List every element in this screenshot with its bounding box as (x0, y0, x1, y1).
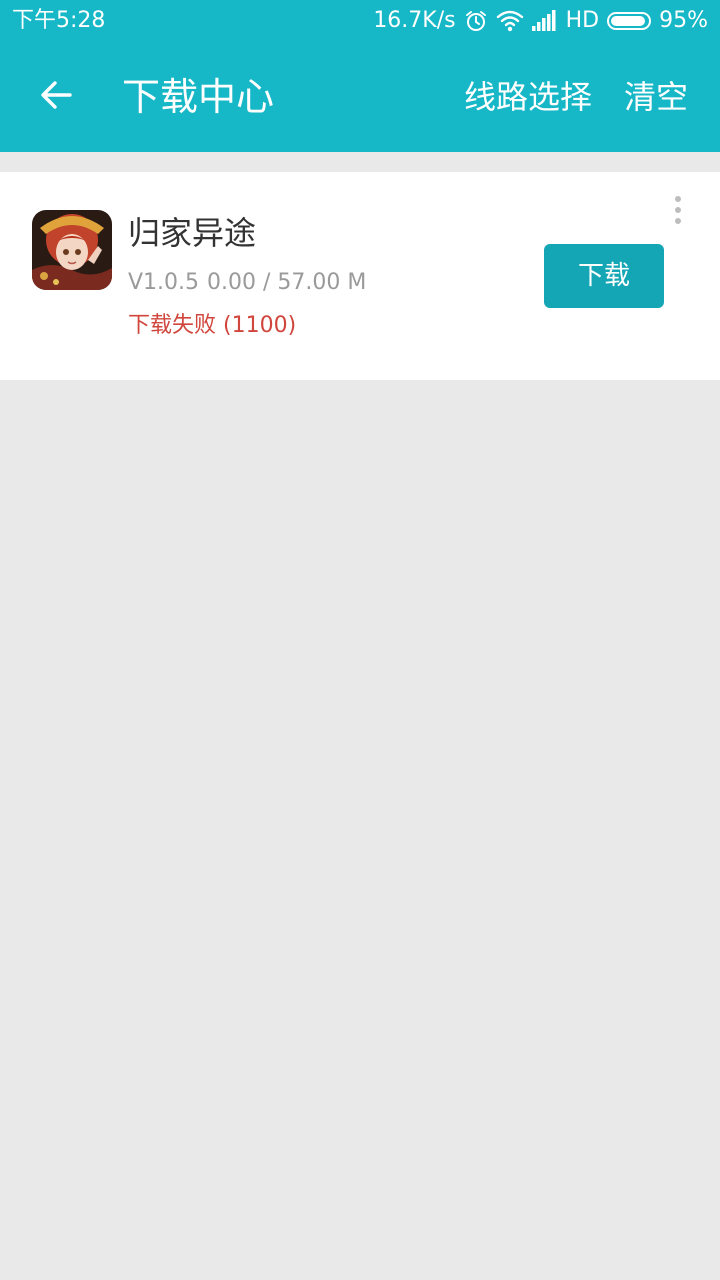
more-dot (675, 196, 681, 202)
battery-level (611, 16, 646, 26)
game-avatar-icon (32, 210, 112, 290)
more-vertical-icon[interactable] (664, 190, 692, 230)
app-version: V1.0.5 (128, 270, 200, 295)
battery-percent: 95% (659, 8, 708, 33)
battery-icon (607, 12, 652, 30)
app-meta: V1.0.5 0.00 / 57.00 M (128, 269, 366, 297)
download-item[interactable]: 归家异途 V1.0.5 0.00 / 57.00 M 下载失败 (1100) 下载 (0, 172, 720, 380)
status-bar: 下午5:28 16.7K/s HD 95% (0, 0, 720, 42)
status-icons: 16.7K/s HD 95% (373, 6, 708, 36)
page-title: 下载中心 (122, 75, 275, 119)
route-select-button[interactable]: 线路选择 (464, 75, 592, 119)
more-dot (675, 218, 681, 224)
download-status: 下载失败 (1100) (128, 313, 297, 338)
back-button[interactable] (26, 69, 86, 125)
status-time: 下午5:28 (12, 8, 106, 33)
network-type: HD (565, 8, 600, 33)
download-progress: 0.00 / 57.00 M (207, 270, 367, 295)
signal-icon (531, 10, 558, 32)
arrow-left-icon (38, 77, 74, 117)
more-dot (675, 207, 681, 213)
app-name: 归家异途 (128, 214, 257, 252)
wifi-icon (496, 9, 524, 33)
clear-button[interactable]: 清空 (624, 75, 688, 119)
download-button[interactable]: 下载 (544, 244, 664, 308)
app-bar: 下载中心 线路选择 清空 (0, 42, 720, 152)
network-speed: 16.7K/s (373, 8, 456, 33)
alarm-icon (464, 9, 488, 33)
